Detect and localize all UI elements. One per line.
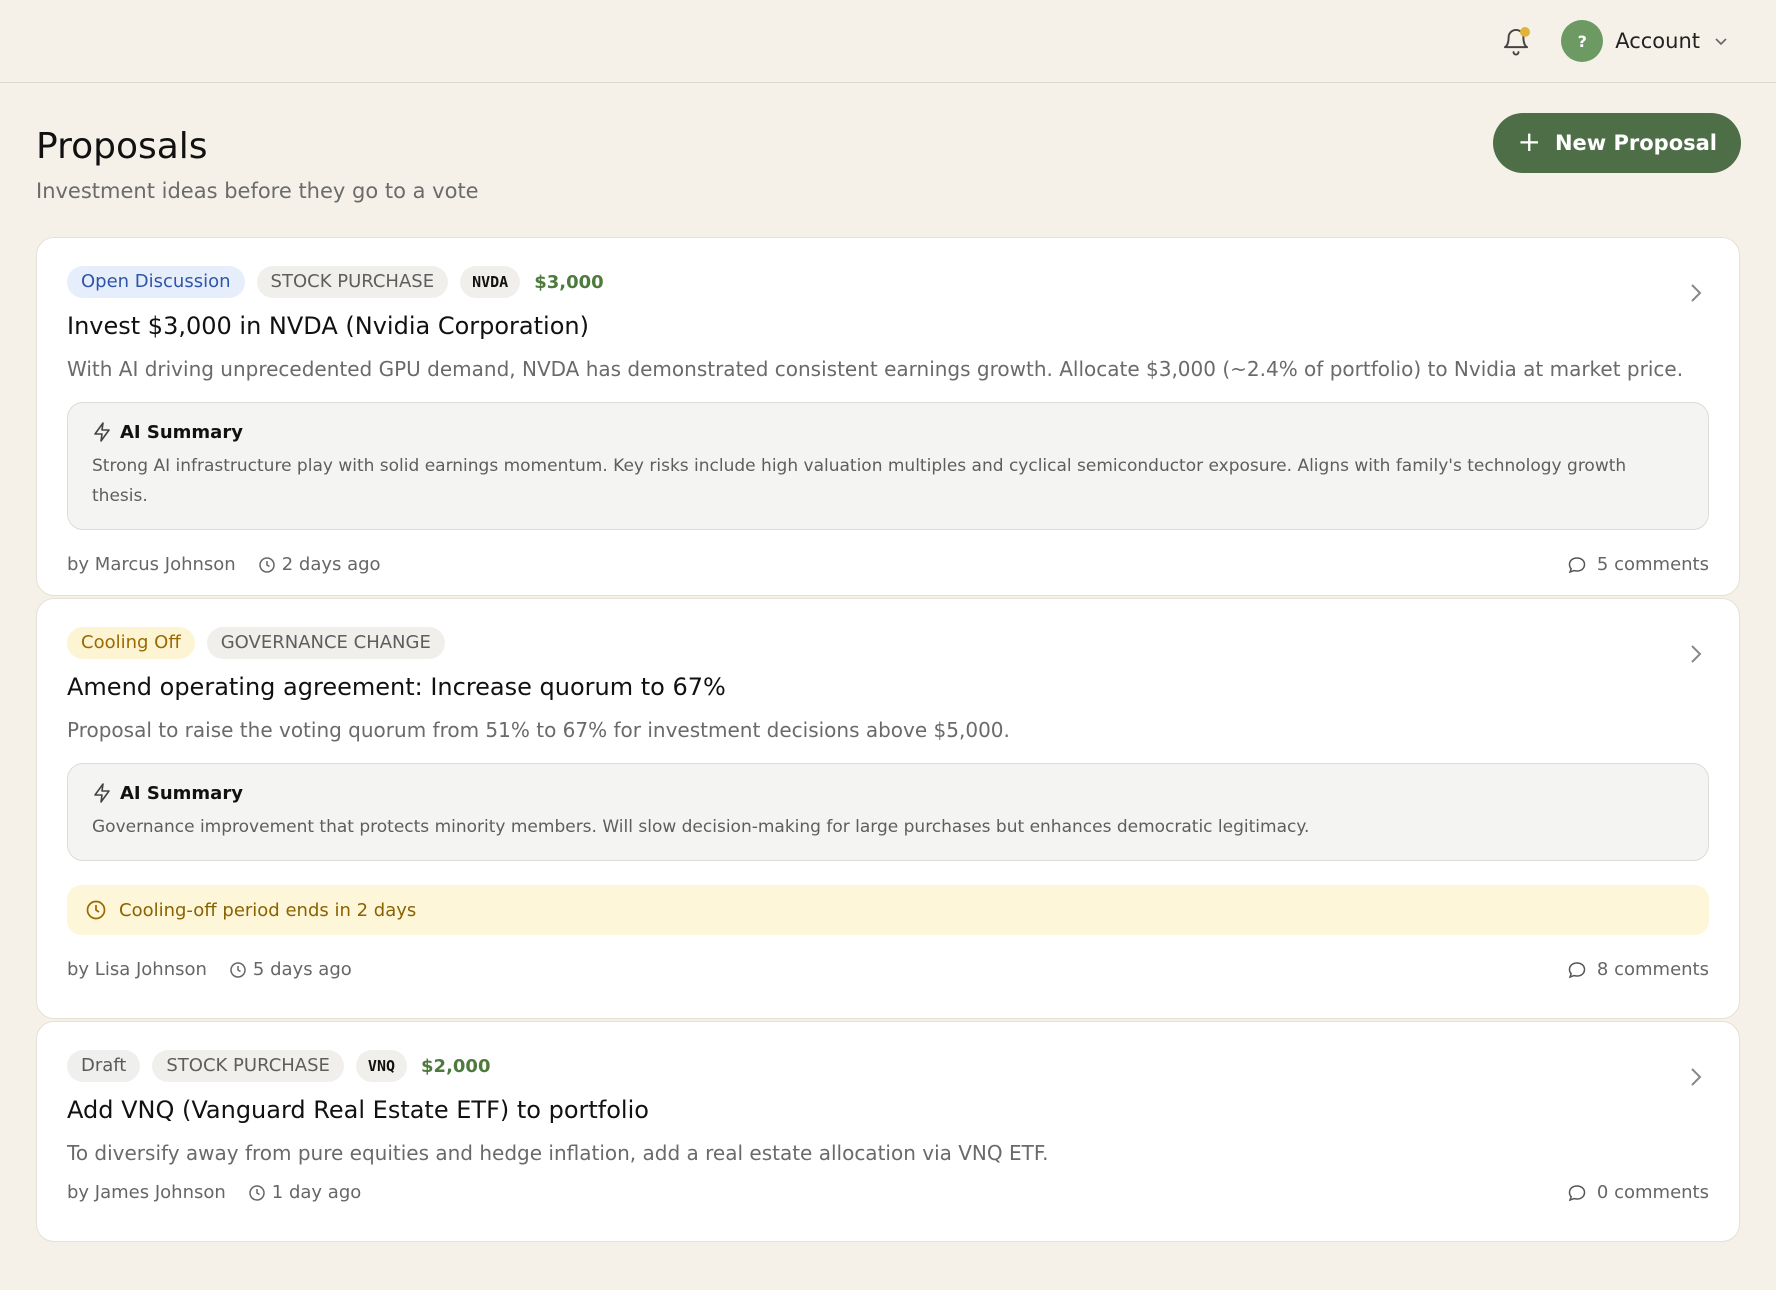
status-badge: Open Discussion <box>67 266 245 298</box>
proposal-description: Proposal to raise the voting quorum from… <box>67 718 1010 742</box>
top-bar: ? Account <box>0 0 1776 83</box>
ticker-badge: VNQ <box>355 1050 408 1082</box>
avatar: ? <box>1561 20 1604 62</box>
clock-icon <box>249 1184 265 1201</box>
proposal-card[interactable]: Open Discussion STOCK PURCHASE NVDA $3,0… <box>36 237 1740 596</box>
badge-row: Draft STOCK PURCHASE VNQ $2,000 <box>67 1050 1709 1082</box>
ai-summary-text: Strong AI infrastructure play with solid… <box>92 456 1627 506</box>
type-badge: STOCK PURCHASE <box>152 1050 344 1082</box>
clock-icon <box>230 961 246 978</box>
comment-icon <box>1568 961 1586 978</box>
cooling-off-text: Cooling-off period ends in 2 days <box>119 899 417 921</box>
page-header: Proposals Investment ideas before they g… <box>36 113 1741 237</box>
status-badge: Draft <box>67 1050 141 1082</box>
ticker-badge: NVDA <box>460 266 521 298</box>
page-subtitle: Investment ideas before they go to a vot… <box>36 178 479 203</box>
proposal-card[interactable]: Draft STOCK PURCHASE VNQ $2,000 Add VNQ … <box>36 1021 1740 1242</box>
chevron-right-icon <box>1689 1066 1703 1088</box>
clock-icon <box>258 556 275 573</box>
timestamp: 2 days ago <box>281 554 381 575</box>
plus-icon: + <box>1517 124 1541 158</box>
account-label: Account <box>1615 29 1700 53</box>
new-proposal-label: New Proposal <box>1554 131 1717 155</box>
ai-summary-label: AI Summary <box>120 782 243 804</box>
timestamp: 5 days ago <box>252 959 352 980</box>
amount: $3,000 <box>534 271 604 293</box>
type-badge: STOCK PURCHASE <box>256 266 449 298</box>
proposal-description: With AI driving unprecedented GPU demand… <box>67 357 1684 381</box>
timestamp: 1 day ago <box>271 1182 362 1203</box>
comment-count: 0 comments <box>1596 1182 1709 1203</box>
proposal-meta: by James Johnson 1 day ago 0 comments <box>67 1182 1709 1203</box>
proposal-title: Amend operating agreement: Increase quor… <box>67 673 726 701</box>
chevron-down-icon <box>1714 36 1728 46</box>
cooling-off-notice: Cooling-off period ends in 2 days <box>67 885 1709 935</box>
comment-icon <box>1568 1184 1586 1201</box>
comment-count: 8 comments <box>1596 959 1709 980</box>
proposal-description: To diversify away from pure equities and… <box>67 1141 1049 1165</box>
status-badge: Cooling Off <box>67 627 195 659</box>
badge-row: Cooling Off GOVERNANCE CHANGE <box>67 627 1709 659</box>
lightning-icon <box>94 422 110 442</box>
proposal-title: Invest $3,000 in NVDA (Nvidia Corporatio… <box>67 312 589 340</box>
author: by Marcus Johnson <box>67 554 236 575</box>
account-menu[interactable]: ? Account <box>1561 20 1728 62</box>
comment-count: 5 comments <box>1596 554 1709 575</box>
ai-summary-box: AI Summary Strong AI infrastructure play… <box>67 402 1709 530</box>
proposal-meta: by Lisa Johnson 5 days ago 8 comments <box>67 959 1709 980</box>
type-badge: GOVERNANCE CHANGE <box>206 627 445 659</box>
new-proposal-button[interactable]: + New Proposal <box>1493 113 1741 173</box>
chevron-right-icon <box>1689 282 1703 304</box>
notifications-button[interactable] <box>1501 25 1531 57</box>
ai-summary-text: Governance improvement that protects min… <box>92 817 1310 837</box>
lightning-icon <box>94 783 110 803</box>
comments-link[interactable]: 8 comments <box>1567 959 1709 980</box>
author: by James Johnson <box>67 1182 226 1203</box>
chevron-right-icon <box>1689 643 1703 665</box>
proposal-meta: by Marcus Johnson 2 days ago 5 comments <box>67 554 1709 575</box>
author: by Lisa Johnson <box>67 959 207 980</box>
clock-icon <box>86 900 106 920</box>
ai-summary-label: AI Summary <box>120 421 243 443</box>
badge-row: Open Discussion STOCK PURCHASE NVDA $3,0… <box>67 266 1709 298</box>
comments-link[interactable]: 0 comments <box>1567 1182 1709 1203</box>
amount: $2,000 <box>421 1055 491 1077</box>
proposal-title: Add VNQ (Vanguard Real Estate ETF) to po… <box>67 1096 649 1124</box>
main-content: Proposals Investment ideas before they g… <box>0 83 1776 1242</box>
proposal-card[interactable]: Cooling Off GOVERNANCE CHANGE Amend oper… <box>36 598 1740 1019</box>
comments-link[interactable]: 5 comments <box>1567 554 1709 575</box>
comment-icon <box>1568 556 1586 573</box>
page-title: Proposals <box>36 126 208 167</box>
ai-summary-box: AI Summary Governance improvement that p… <box>67 763 1709 861</box>
